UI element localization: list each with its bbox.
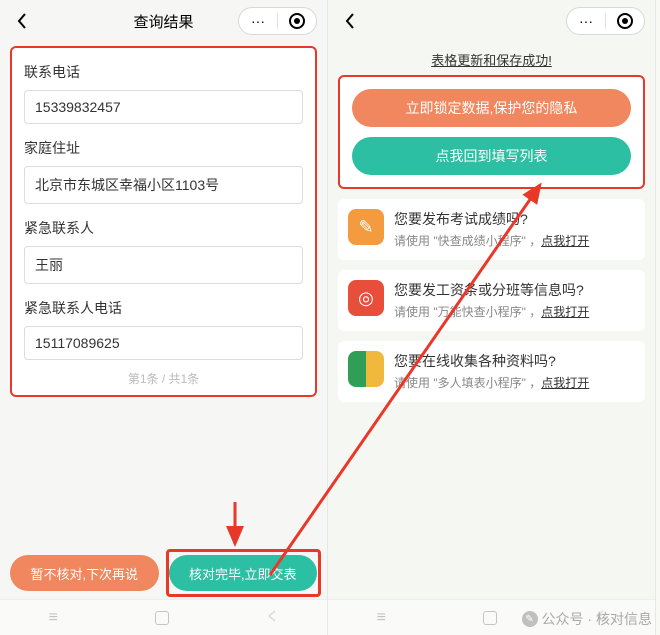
- right-body: 表格更新和保存成功! 立即锁定数据,保护您的隐私 点我回到填写列表 ✎ 您要发布…: [328, 42, 655, 599]
- menu-button[interactable]: ···: [239, 7, 277, 35]
- back-button[interactable]: [10, 9, 34, 33]
- promo-link[interactable]: 点我打开: [541, 234, 589, 248]
- field-label: 紧急联系人电话: [24, 298, 303, 318]
- promo-icon-collect: [348, 351, 384, 387]
- back-button[interactable]: [338, 9, 362, 33]
- home-icon[interactable]: [483, 611, 497, 625]
- promo-card[interactable]: ◎ 您要发工资条或分班等信息吗? 请使用 "万能快查小程序" ，点我打开: [338, 270, 645, 331]
- right-header: ···: [328, 0, 655, 42]
- later-button[interactable]: 暂不核对,下次再说: [10, 555, 159, 591]
- field-label: 紧急联系人: [24, 218, 303, 238]
- back-nav-icon[interactable]: [266, 609, 278, 627]
- menu-button[interactable]: ···: [567, 7, 605, 35]
- home-icon[interactable]: [155, 611, 169, 625]
- pager-text: 第1条 / 共1条: [24, 370, 303, 387]
- target-icon: [617, 13, 633, 29]
- mini-program-capsule: ···: [566, 7, 645, 35]
- lock-data-button[interactable]: 立即锁定数据,保护您的隐私: [352, 89, 631, 127]
- left-phone: 查询结果 ··· 联系电话 15339832457 家庭住址 北京市东城区幸福小…: [0, 0, 328, 635]
- recent-apps-icon[interactable]: ≡: [49, 609, 58, 627]
- phone-field[interactable]: 15339832457: [24, 90, 303, 124]
- promo-card[interactable]: ✎ 您要发布考试成绩吗? 请使用 "快查成绩小程序" ，点我打开: [338, 199, 645, 260]
- left-header: 查询结果 ···: [0, 0, 327, 42]
- submit-button[interactable]: 核对完毕,立即交表: [169, 555, 318, 591]
- promo-card[interactable]: 您要在线收集各种资料吗? 请使用 "多人填表小程序" ，点我打开: [338, 341, 645, 402]
- mini-program-capsule: ···: [238, 7, 317, 35]
- promo-link[interactable]: 点我打开: [541, 376, 589, 390]
- emergency-name-field[interactable]: 王丽: [24, 246, 303, 284]
- android-nav-bar: ≡: [0, 599, 327, 635]
- promo-text: 您要发布考试成绩吗? 请使用 "快查成绩小程序" ，点我打开: [394, 209, 635, 250]
- form-card: 联系电话 15339832457 家庭住址 北京市东城区幸福小区1103号 紧急…: [10, 46, 317, 397]
- action-card: 立即锁定数据,保护您的隐私 点我回到填写列表: [338, 75, 645, 189]
- right-phone: ··· 表格更新和保存成功! 立即锁定数据,保护您的隐私 点我回到填写列表 ✎ …: [328, 0, 656, 635]
- promo-icon-exam: ✎: [348, 209, 384, 245]
- saved-message: 表格更新和保存成功!: [338, 50, 645, 69]
- close-button[interactable]: [606, 7, 644, 35]
- emergency-phone-field[interactable]: 15117089625: [24, 326, 303, 360]
- field-label: 家庭住址: [24, 138, 303, 158]
- promo-text: 您要发工资条或分班等信息吗? 请使用 "万能快查小程序" ，点我打开: [394, 280, 635, 321]
- watermark: ✎ 公众号 · 核对信息: [522, 609, 652, 629]
- recent-apps-icon[interactable]: ≡: [377, 609, 386, 627]
- address-field[interactable]: 北京市东城区幸福小区1103号: [24, 166, 303, 204]
- back-to-list-button[interactable]: 点我回到填写列表: [352, 137, 631, 175]
- promo-icon-salary: ◎: [348, 280, 384, 316]
- close-button[interactable]: [278, 7, 316, 35]
- wechat-icon: ✎: [522, 611, 538, 627]
- promo-text: 您要在线收集各种资料吗? 请使用 "多人填表小程序" ，点我打开: [394, 351, 635, 392]
- promo-link[interactable]: 点我打开: [541, 305, 589, 319]
- target-icon: [289, 13, 305, 29]
- button-row: 暂不核对,下次再说 核对完毕,立即交表: [0, 555, 327, 599]
- field-label: 联系电话: [24, 62, 303, 82]
